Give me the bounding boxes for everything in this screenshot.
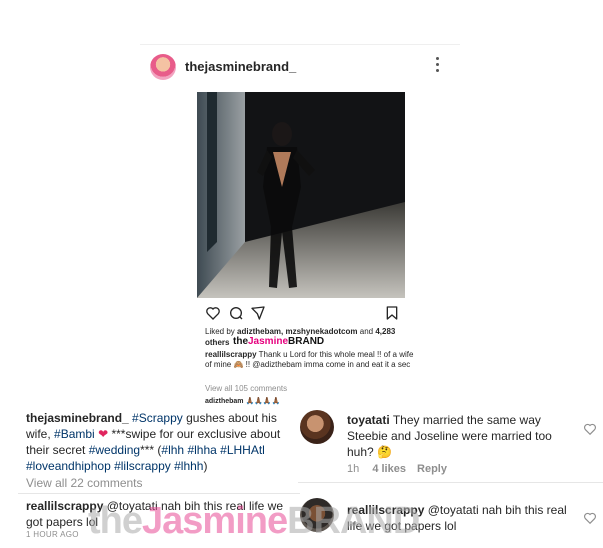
heart-emoji: ❤: [98, 427, 109, 441]
reply-button[interactable]: Reply: [417, 463, 447, 475]
likes-prefix: Liked by: [205, 327, 235, 336]
watermark-small: theJasmineBRAND: [233, 336, 324, 347]
hashtags-line[interactable]: #lhh #lhha #LHHAtl: [161, 443, 264, 457]
avatar[interactable]: [300, 410, 334, 444]
post-photo: [197, 92, 405, 298]
heart-icon[interactable]: [583, 511, 597, 525]
view-all-comments[interactable]: View all 22 comments: [26, 476, 143, 490]
hashtags-line-2[interactable]: #loveandhiphop #lilscrappy #lhhh: [26, 459, 203, 473]
likes-users[interactable]: adizthebam, mzshynekadotcom: [237, 327, 357, 336]
watermark-prefix: the: [88, 500, 143, 542]
inner-comment: adizthebam 🙏🏾🙏🏾🙏🏾🙏🏾: [205, 398, 281, 405]
bookmark-icon[interactable]: [384, 305, 400, 321]
divider: [18, 493, 300, 494]
comment-text: toyatati They married the same way Steeb…: [347, 412, 579, 460]
heart-icon[interactable]: [583, 422, 597, 436]
caption-user[interactable]: thejasminebrand_: [26, 411, 129, 425]
likes-count[interactable]: 4,283: [375, 327, 395, 336]
heart-icon[interactable]: [205, 305, 221, 321]
share-icon[interactable]: [250, 305, 266, 321]
watermark-small-brand: Jasmine: [248, 336, 289, 347]
likes-and: and: [359, 327, 374, 336]
likes-others-label: others: [205, 338, 230, 347]
post-username[interactable]: thejasminebrand_: [185, 59, 296, 74]
comment-meta: 1h 4 likes Reply: [347, 463, 447, 475]
watermark-suffix: BRAND: [287, 500, 420, 542]
inner-caption: reallilscrappy Thank u Lord for this who…: [205, 350, 415, 370]
comment-likes[interactable]: 4 likes: [372, 463, 406, 475]
caption-text-3: *** (: [140, 443, 162, 457]
hashtag-bambi[interactable]: #Bambi: [54, 427, 95, 441]
caption-close: ): [203, 459, 208, 473]
caption-text: thejasminebrand_ #Scrappy gushes about h…: [26, 410, 296, 474]
hashtag-wedding[interactable]: #wedding: [89, 443, 140, 457]
watermark-brand: Jasmine: [142, 500, 288, 542]
avatar[interactable]: [150, 54, 176, 80]
more-options-icon[interactable]: [430, 54, 444, 78]
likes-others: others: [205, 338, 229, 348]
view-all-comments-small[interactable]: View all 105 comments: [205, 384, 287, 393]
watermark: theJasmineBRAND: [88, 500, 420, 543]
reply-timestamp: 1 HOUR AGO: [26, 530, 79, 539]
comment-icon[interactable]: [228, 305, 244, 321]
inner-caption-user[interactable]: reallilscrappy: [205, 350, 257, 359]
watermark-small-prefix: the: [233, 336, 248, 347]
comment-time: 1h: [347, 463, 360, 475]
hashtag-scrappy[interactable]: #Scrappy: [132, 411, 183, 425]
comment-user[interactable]: toyatati: [347, 413, 390, 427]
watermark-small-suffix: BRAND: [288, 336, 325, 347]
